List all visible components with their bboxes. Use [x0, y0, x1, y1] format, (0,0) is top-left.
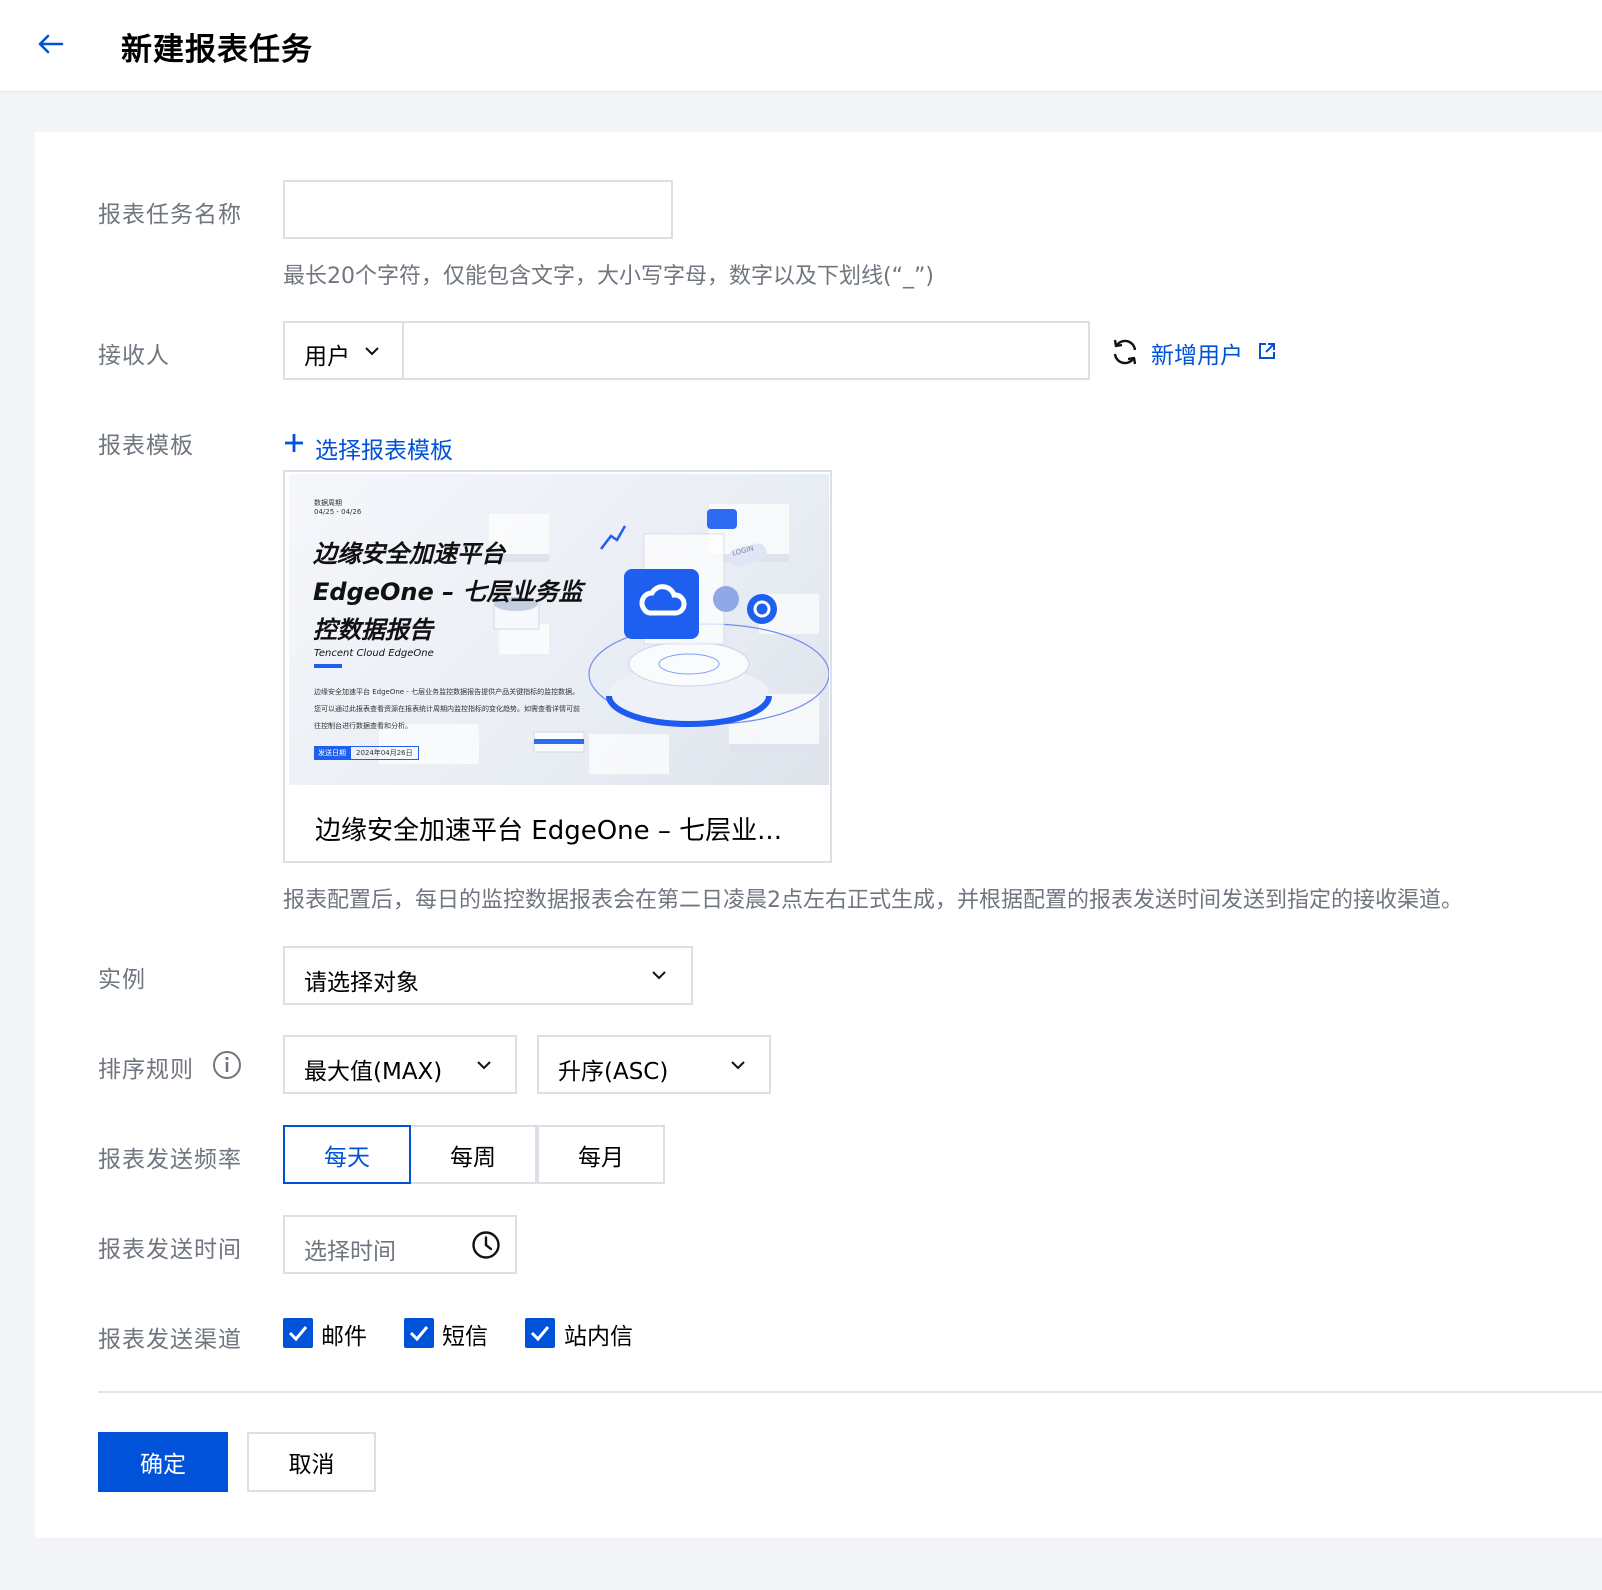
checkmark-icon — [288, 1326, 308, 1342]
checkmark-icon — [530, 1326, 550, 1342]
frequency-weekly[interactable]: 每周 — [409, 1125, 537, 1184]
send-time-placeholder: 选择时间 — [304, 1239, 396, 1265]
template-card[interactable]: 数据周期 04/25 - 04/26 边缘安全加速平台 EdgeOne – 七层… — [283, 470, 832, 863]
cover-accent-bar — [314, 664, 342, 668]
template-hint: 报表配置后，每日的监控数据报表会在第二日凌晨2点左右正式生成，并根据配置的报表发… — [283, 888, 1464, 913]
template-cover-image: 数据周期 04/25 - 04/26 边缘安全加速平台 EdgeOne – 七层… — [289, 474, 829, 785]
channels-label: 报表发送渠道 — [98, 1327, 242, 1353]
checkmark-icon — [409, 1326, 429, 1342]
template-card-caption: 边缘安全加速平台 EdgeOne – 七层业... — [315, 816, 782, 846]
add-user-link[interactable]: 新增用户 — [1151, 336, 1243, 370]
frequency-monthly[interactable]: 每月 — [537, 1125, 665, 1184]
task-name-input[interactable] — [283, 180, 673, 239]
chevron-down-icon — [731, 1061, 745, 1070]
checkbox-sms-label[interactable]: 短信 — [442, 1317, 488, 1351]
refresh-icon[interactable] — [1110, 337, 1140, 367]
plus-icon[interactable] — [283, 432, 305, 454]
external-link-icon[interactable] — [1257, 341, 1277, 361]
recipient-type-select[interactable]: 用户 — [283, 321, 404, 380]
sort-order-select[interactable]: 升序(ASC) — [537, 1035, 771, 1094]
checkbox-sms[interactable] — [404, 1318, 434, 1348]
cancel-button[interactable]: 取消 — [247, 1432, 376, 1492]
info-circle-icon[interactable] — [212, 1050, 242, 1080]
cover-period-label: 数据周期 — [314, 499, 342, 507]
instance-select[interactable]: 请选择对象 — [283, 946, 693, 1005]
frequency-label: 报表发送频率 — [98, 1147, 242, 1173]
cover-title-line2: EdgeOne – 七层业务监 — [313, 578, 583, 606]
page-title: 新建报表任务 — [121, 32, 313, 68]
chevron-down-icon — [477, 1061, 491, 1070]
checkbox-inbox[interactable] — [525, 1318, 555, 1348]
footer-divider — [98, 1391, 1602, 1393]
sort-metric-value: 最大值(MAX) — [304, 1059, 443, 1085]
recipient-type-value: 用户 — [304, 344, 350, 370]
sort-order-value: 升序(ASC) — [558, 1059, 669, 1085]
confirm-button[interactable]: 确定 — [98, 1432, 228, 1492]
top-bar: 新建报表任务 — [0, 0, 1602, 92]
cover-desc-1: 边缘安全加速平台 EdgeOne - 七层业务监控数据报告提供产品关键指标的监控… — [314, 688, 580, 696]
task-name-hint: 最长20个字符，仅能包含文字，大小写字母，数字以及下划线(“_”) — [283, 264, 934, 289]
checkbox-inbox-label[interactable]: 站内信 — [564, 1317, 633, 1351]
checkbox-email[interactable] — [283, 1318, 313, 1348]
cover-date-badge: 发送日期 2024年04月26日 — [314, 746, 419, 760]
cover-period: 04/25 - 04/26 — [314, 508, 362, 516]
send-time-label: 报表发送时间 — [98, 1237, 242, 1263]
clock-icon — [472, 1231, 500, 1259]
cover-subtitle: Tencent Cloud EdgeOne — [314, 648, 434, 659]
cover-desc-3: 往控制台进行数据查看和分析。 — [314, 722, 412, 730]
cover-desc-2: 您可以通过此报表查看资源在报表统计周期内监控指标的变化趋势。如需查看详情可前 — [314, 705, 580, 713]
instance-label: 实例 — [98, 967, 146, 993]
cover-title-line1: 边缘安全加速平台 — [313, 540, 505, 568]
select-template-link[interactable]: 选择报表模板 — [315, 431, 453, 465]
recipient-input[interactable] — [402, 321, 1090, 380]
checkbox-email-label[interactable]: 邮件 — [321, 1317, 367, 1351]
recipient-label: 接收人 — [98, 343, 170, 369]
cover-title-line3: 控数据报告 — [313, 616, 433, 644]
template-label: 报表模板 — [98, 433, 194, 459]
frequency-daily[interactable]: 每天 — [283, 1125, 411, 1184]
sort-metric-select[interactable]: 最大值(MAX) — [283, 1035, 517, 1094]
chevron-down-icon — [365, 347, 379, 356]
task-name-label: 报表任务名称 — [98, 202, 242, 228]
instance-placeholder: 请选择对象 — [304, 970, 419, 996]
arrow-left-icon[interactable] — [34, 28, 66, 60]
chevron-down-icon — [652, 971, 666, 980]
sort-label: 排序规则 — [98, 1057, 194, 1083]
send-time-picker[interactable]: 选择时间 — [283, 1215, 517, 1274]
